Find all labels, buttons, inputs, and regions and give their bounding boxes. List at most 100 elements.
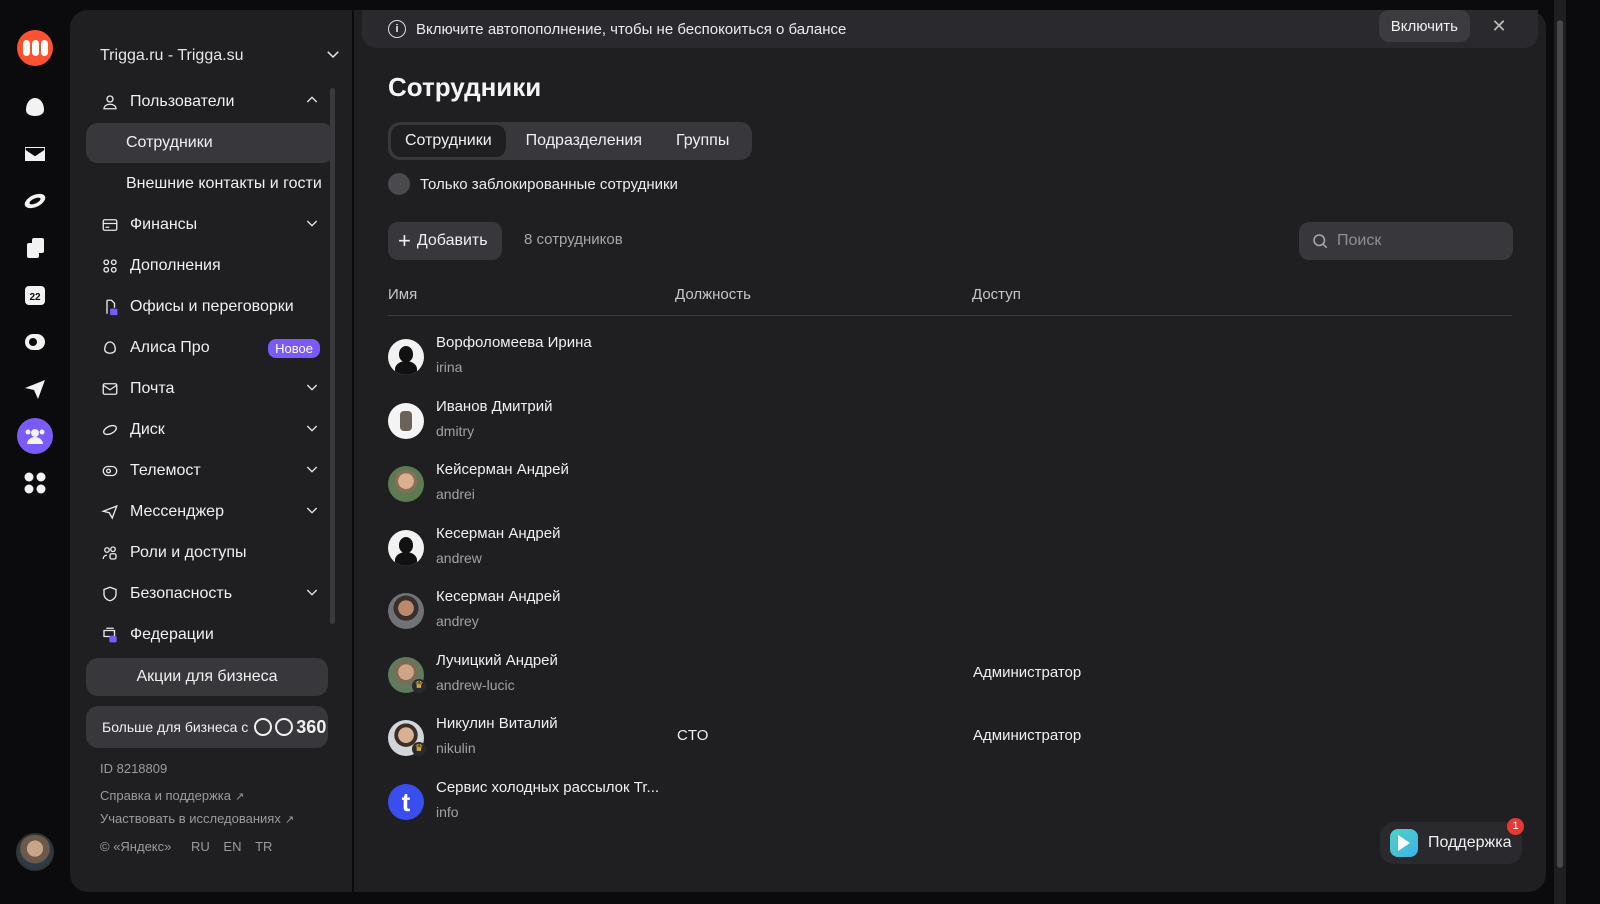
grid-icon: [100, 256, 120, 276]
more-for-business-button[interactable]: Больше для бизнеса с 360: [86, 706, 328, 748]
employee-login: andrew-lucic: [436, 676, 515, 693]
toggle-switch[interactable]: [388, 173, 410, 195]
table-row[interactable]: Кейсерман Андрей andrei: [388, 455, 1512, 519]
add-button-label: Добавить: [416, 232, 488, 249]
table-row[interactable]: ♛ Никулин Виталий nikulin CTO Администра…: [388, 709, 1512, 773]
sidebar-item-messenger[interactable]: Мессенджер: [86, 492, 334, 532]
help-link[interactable]: Справка и поддержка ↗: [100, 788, 244, 803]
employee-name: Никулин Виталий: [436, 715, 558, 732]
user-avatar[interactable]: [16, 833, 54, 871]
support-button[interactable]: Поддержка 1: [1380, 818, 1524, 864]
employee-name: Кесерман Андрей: [436, 524, 561, 542]
sidebar-item-addons[interactable]: Дополнения: [86, 246, 334, 286]
banner-text: Включите автопополнение, чтобы не беспок…: [416, 20, 847, 38]
chevron-down-icon: [304, 502, 320, 523]
add-employee-button[interactable]: + Добавить: [388, 222, 502, 260]
toggle-label: Только заблокированные сотрудники: [420, 175, 678, 193]
table-row[interactable]: Кесерман Андрей andrew: [388, 519, 1512, 583]
tab-employees[interactable]: Сотрудники: [391, 125, 506, 157]
tabs: Сотрудники Подразделения Группы: [388, 122, 753, 160]
sidebar-item-telemost[interactable]: Телемост: [86, 451, 334, 491]
page-scrollbar[interactable]: [1554, 0, 1566, 904]
org-selector[interactable]: Trigga.ru - Trigga.su: [100, 36, 342, 76]
sidebar-item-roles[interactable]: Роли и доступы: [86, 533, 334, 573]
sidebar-item-label: Пользователи: [130, 93, 235, 110]
info-icon: i: [388, 20, 406, 38]
avatar: [388, 529, 424, 566]
alice-icon: [100, 338, 120, 358]
chevron-down-icon: [304, 215, 320, 236]
employee-login: irina: [436, 359, 463, 375]
chevron-down-icon: [304, 420, 320, 441]
autopay-banner: i Включите автопополнение, чтобы не бесп…: [362, 10, 1538, 48]
lang-ru[interactable]: RU: [191, 839, 210, 854]
table-row[interactable]: t Сервис холодных рассылок Tr... info: [388, 773, 1512, 837]
sidebar-item-label: Почта: [130, 380, 175, 397]
user-icon: [100, 92, 120, 112]
sidebar-item-federations[interactable]: Федерации: [86, 615, 334, 655]
sidebar-item-label: Дополнения: [130, 257, 221, 274]
disk-icon[interactable]: [22, 188, 48, 214]
sidebar-item-label: Алиса Про: [130, 339, 210, 356]
sidebar-item-offices[interactable]: Офисы и переговорки: [86, 287, 334, 327]
lang-tr[interactable]: TR: [255, 839, 272, 854]
search-input[interactable]: Поиск: [1299, 222, 1513, 260]
tab-groups[interactable]: Группы: [662, 125, 743, 157]
mail-icon: [100, 379, 120, 399]
messenger-icon[interactable]: [22, 376, 48, 402]
federation-icon: [100, 625, 120, 645]
apps-icon[interactable]: [22, 470, 48, 496]
sidebar-item-label: Федерации: [130, 626, 214, 643]
table-row[interactable]: ♛ Лучицкий Андрей andrew-lucic Администр…: [388, 646, 1512, 710]
sidebar-item-security[interactable]: Безопасность: [86, 574, 334, 614]
table-row[interactable]: Ворфоломеева Ирина irina: [388, 328, 1512, 392]
enable-autopay-button[interactable]: Включить: [1378, 10, 1470, 42]
chevron-up-icon: [304, 92, 320, 113]
sidebar-item-alice-pro[interactable]: Алиса Про Новое: [86, 328, 334, 368]
page-title: Сотрудники: [388, 72, 542, 102]
mail-icon[interactable]: [22, 141, 48, 167]
column-name[interactable]: Имя: [388, 286, 417, 303]
column-access[interactable]: Доступ: [972, 286, 1021, 303]
telemost-icon[interactable]: [22, 329, 48, 355]
business-offers-button[interactable]: Акции для бизнеса: [86, 658, 328, 696]
table-row[interactable]: Кесерман Андрей andrey: [388, 582, 1512, 646]
sidebar-item-mail[interactable]: Почта: [86, 369, 334, 409]
app-rail: 22: [0, 0, 70, 904]
office-icon: [100, 297, 120, 317]
sidebar-item-label: Сотрудники: [126, 134, 213, 151]
calendar-icon[interactable]: 22: [22, 282, 48, 308]
employee-name: Иванов Дмитрий: [436, 397, 553, 415]
employee-name: Лучицкий Андрей: [436, 651, 558, 669]
disk-icon: [100, 420, 120, 440]
sidebar-item-label: Мессенджер: [130, 503, 224, 520]
alice-icon[interactable]: [22, 94, 48, 120]
documents-icon[interactable]: [22, 235, 48, 261]
avatar: [388, 339, 424, 375]
employee-login: nikulin: [436, 740, 476, 756]
tab-departments[interactable]: Подразделения: [512, 125, 656, 157]
sidebar-scrollbar[interactable]: [330, 88, 335, 624]
yandex360-logo-icon[interactable]: [17, 30, 53, 66]
promo-text: Больше для бизнеса с: [102, 719, 249, 735]
column-position[interactable]: Должность: [675, 286, 751, 303]
research-link[interactable]: Участвовать в исследованиях ↗: [100, 811, 294, 826]
sidebar-item-users[interactable]: Пользователи: [86, 82, 334, 122]
sidebar-item-external-contacts[interactable]: Внешние контакты и гости: [86, 164, 334, 204]
sidebar-item-disk[interactable]: Диск: [86, 410, 334, 450]
support-icon: [1390, 829, 1418, 857]
scrollbar-thumb[interactable]: [1557, 20, 1563, 868]
admin-icon[interactable]: [17, 418, 53, 454]
table-row[interactable]: Иванов Дмитрий dmitry: [388, 392, 1512, 456]
close-icon[interactable]: ✕: [1490, 17, 1508, 35]
sidebar-item-label: Роли и доступы: [130, 544, 247, 561]
sidebar-item-finance[interactable]: Финансы: [86, 205, 334, 245]
copyright: © «Яндекс»: [100, 839, 172, 854]
employee-table: Ворфоломеева Ирина irina Иванов Дмитрий …: [388, 328, 1512, 836]
card-icon: [100, 215, 120, 235]
blocked-only-toggle[interactable]: Только заблокированные сотрудники: [388, 173, 678, 195]
org-id: ID 8218809: [100, 761, 168, 776]
lang-en[interactable]: EN: [223, 839, 241, 854]
avatar: [388, 466, 424, 502]
sidebar-item-employees[interactable]: Сотрудники: [86, 123, 334, 163]
